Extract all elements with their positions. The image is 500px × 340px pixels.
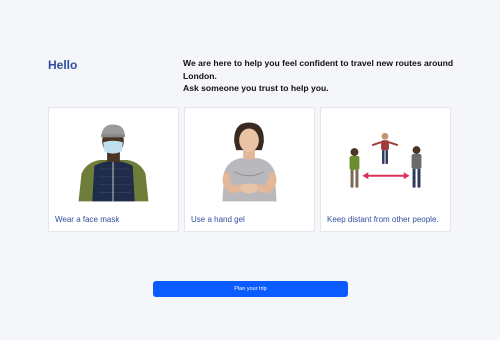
person-hand-gel-icon (222, 122, 277, 202)
card-caption-hand-gel: Use a hand gel (191, 215, 245, 224)
card-hand-gel: Use a hand gel (184, 107, 315, 232)
intro-line-1: We are here to help you feel confident t… (183, 58, 454, 81)
intro-line-2: Ask someone you trust to help you. (183, 83, 329, 93)
plan-trip-button[interactable]: Plan your trip (153, 281, 348, 297)
card-caption-face-mask: Wear a face mask (55, 215, 120, 224)
card-keep-distant: Keep distant from other people. (320, 107, 451, 232)
intro-text: We are here to help you feel confident t… (183, 57, 473, 95)
person-face-mask-icon (78, 124, 149, 202)
people-distancing-icon (349, 132, 422, 188)
card-face-mask: Wear a face mask (48, 107, 179, 232)
greeting-heading: Hello (48, 58, 78, 72)
card-caption-keep-distant: Keep distant from other people. (327, 215, 439, 224)
